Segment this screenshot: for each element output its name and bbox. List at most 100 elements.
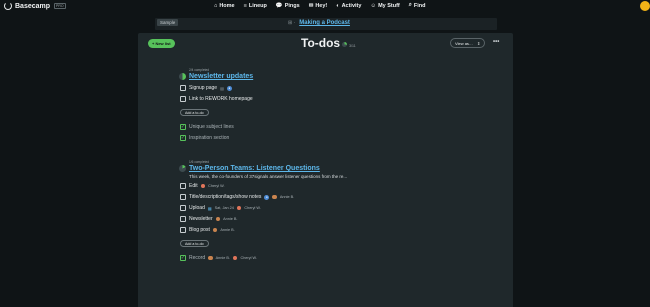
brand-name: Basecamp (15, 2, 51, 10)
todo-item-completed[interactable]: ✓ Inspiration section (180, 135, 229, 141)
page-title: To-dos 3/11 (301, 36, 356, 50)
todolist-title: Newsletter updates (179, 73, 253, 80)
todo-item[interactable]: Edit Cheryl W. (180, 183, 225, 189)
notes-icon: ▤ (220, 85, 224, 91)
todo-label[interactable]: Link to REWORK homepage (189, 96, 253, 102)
todo-checkbox[interactable] (180, 96, 186, 102)
pings-icon: 💬 (275, 2, 283, 9)
assignee-name: Cheryl W. (240, 256, 257, 260)
list-meta: 1/6 completed (189, 160, 210, 164)
breadcrumb: ⊞ · Making a Podcast (288, 20, 350, 26)
todo-label[interactable]: Signup page (189, 85, 217, 91)
nav-activity[interactable]: ◐ Activity (336, 2, 361, 9)
brand[interactable]: Basecamp PRO (4, 2, 66, 10)
todo-item[interactable]: Blog post Annie B. (180, 227, 235, 233)
checked-checkbox-icon[interactable]: ✓ (180, 135, 186, 141)
todo-label[interactable]: Record (189, 255, 205, 261)
comment-count-icon: ● (226, 85, 232, 91)
assignee-avatar (236, 205, 242, 211)
todo-label[interactable]: Title/description/tags/show notes (189, 194, 261, 200)
basecamp-logo-icon (4, 2, 12, 10)
nav-lineup[interactable]: ≡ Lineup (244, 2, 267, 9)
todo-checkbox[interactable] (180, 194, 186, 200)
title-ratio: 3/11 (349, 44, 356, 48)
mystuff-icon: ☺ (370, 2, 377, 9)
assignee-name: Annie B. (215, 256, 230, 260)
todo-checkbox[interactable] (180, 85, 186, 91)
new-list-button[interactable]: + New list (148, 39, 175, 48)
nav-label: My Stuff (378, 2, 400, 9)
checked-checkbox-icon[interactable]: ✓ (180, 124, 186, 130)
top-navigation: Basecamp PRO ⌂ Home ≡ Lineup 💬 Pings ✉ Hey! … (0, 0, 650, 13)
progress-pie-icon (179, 73, 186, 80)
add-todo-button[interactable]: Add a to-do (180, 240, 209, 247)
comment-count-icon: ● (264, 194, 270, 200)
assignee-avatar (208, 255, 213, 261)
updown-icon: ⇕ (476, 40, 481, 46)
assignee-avatar (232, 255, 238, 261)
view-as-label: View as… (455, 40, 473, 46)
todo-item-completed[interactable]: ✓ Record Annie B. Cheryl W. (180, 255, 257, 261)
assignee-name: Annie B. (220, 228, 235, 232)
add-todo-button[interactable]: Add a to-do (180, 109, 209, 116)
todo-item-completed[interactable]: ✓ Unique subject lines (180, 124, 234, 130)
avatar[interactable] (640, 1, 650, 11)
todo-item[interactable]: Newsletter Annie B. (180, 216, 237, 222)
nav-label: Pings (284, 2, 300, 9)
main-nav: ⌂ Home ≡ Lineup 💬 Pings ✉ Hey! ◐ Activity ☺ My… (214, 2, 425, 9)
nav-home[interactable]: ⌂ Home (214, 2, 235, 9)
nav-label: Find (413, 2, 426, 9)
find-icon: ⌕ (408, 2, 412, 8)
progress-pie-icon (179, 165, 186, 172)
assignee-avatar (215, 216, 221, 222)
nav-my-stuff[interactable]: ☺ My Stuff (370, 2, 399, 9)
todo-checkbox[interactable] (180, 227, 186, 233)
todolist-title: Two-Person Teams: Listener Questions (179, 165, 320, 172)
calendar-icon: ▦ (207, 205, 212, 211)
nav-label: Lineup (248, 2, 267, 9)
todo-item[interactable]: Link to REWORK homepage (180, 96, 253, 102)
todo-checkbox[interactable] (180, 183, 186, 189)
hey-icon: ✉ (308, 2, 314, 9)
todo-label[interactable]: Inspiration section (189, 135, 229, 141)
project-strip: Sample ⊞ · Making a Podcast (155, 18, 497, 30)
assignee-name: Cheryl W. (208, 184, 225, 188)
plan-badge: PRO (54, 3, 66, 9)
home-icon: ⌂ (214, 2, 218, 9)
more-menu-icon[interactable]: ••• (493, 39, 499, 45)
todo-label[interactable]: Newsletter (189, 216, 213, 222)
assignee-avatar (272, 194, 277, 200)
todo-item[interactable]: Signup page ▤ ● (180, 85, 232, 91)
progress-pie-icon (342, 42, 348, 47)
due-date: Sat, Jan 24 (214, 206, 234, 210)
todo-item[interactable]: Upload ▦ Sat, Jan 24 Cheryl W. (180, 205, 261, 211)
assignee-avatar (200, 183, 206, 189)
todo-label[interactable]: Edit (189, 183, 198, 189)
todos-card: + New list To-dos 3/11 View as… ⇕ ••• 2/… (138, 33, 513, 307)
assignee-name: Annie B. (223, 217, 238, 221)
nav-pings[interactable]: 💬 Pings (276, 2, 300, 9)
project-grid-icon[interactable]: ⊞ · (288, 20, 295, 26)
page-title-text: To-dos (301, 36, 341, 50)
nav-label: Activity (341, 2, 362, 9)
todo-checkbox[interactable] (180, 216, 186, 222)
todo-label[interactable]: Blog post (189, 227, 210, 233)
list-meta: 2/4 completed (189, 68, 210, 72)
activity-icon: ◐ (336, 2, 340, 9)
todolist-description: This week, the co-founders of 37signals … (189, 174, 348, 179)
assignee-name: Annie B. (279, 195, 295, 199)
todo-label[interactable]: Unique subject lines (189, 124, 234, 130)
todo-label[interactable]: Upload (189, 205, 205, 211)
checked-checkbox-icon[interactable]: ✓ (180, 255, 186, 261)
view-as-button[interactable]: View as… ⇕ (450, 38, 486, 48)
nav-label: Hey! (315, 2, 328, 9)
todolist-link[interactable]: Two-Person Teams: Listener Questions (189, 165, 320, 172)
todolist-link[interactable]: Newsletter updates (189, 73, 253, 80)
nav-hey[interactable]: ✉ Hey! (309, 2, 328, 9)
todo-checkbox[interactable] (180, 205, 186, 211)
assignee-avatar (212, 227, 218, 233)
project-link[interactable]: Making a Podcast (299, 20, 350, 26)
todo-item[interactable]: Title/description/tags/show notes ● Anni… (180, 194, 294, 200)
nav-find[interactable]: ⌕ Find (409, 2, 426, 9)
lineup-icon: ≡ (243, 2, 247, 9)
